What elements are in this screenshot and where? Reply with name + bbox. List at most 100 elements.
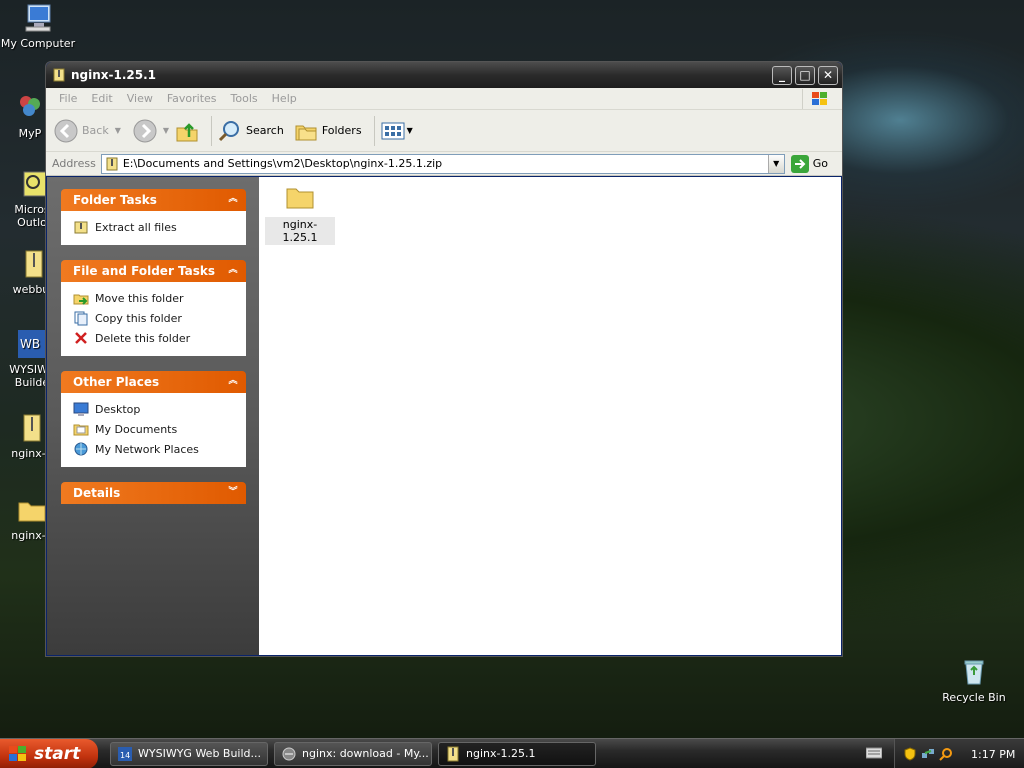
toolbar-separator — [211, 115, 213, 146]
up-folder-icon — [176, 122, 198, 141]
browser-icon — [282, 747, 296, 760]
task-pane: Folder Tasks ︽ Extract all files File an… — [47, 177, 259, 655]
chevron-down-icon: ▼ — [773, 159, 780, 168]
zip-folder-icon — [23, 414, 41, 442]
window-title: nginx-1.25.1 — [71, 68, 157, 82]
task-copy-folder[interactable]: Copy this folder — [73, 308, 246, 328]
forward-arrow-icon — [133, 119, 157, 142]
menu-file[interactable]: File — [52, 92, 84, 105]
panel-folder-tasks: Folder Tasks ︽ Extract all files — [61, 189, 246, 245]
menu-edit[interactable]: Edit — [84, 92, 119, 105]
task-label: WYSIWYG Web Build... — [138, 747, 262, 760]
back-button[interactable]: Back ▼ — [54, 119, 121, 143]
wysiwyg-icon: 14 — [118, 746, 132, 761]
security-shield-icon[interactable] — [903, 747, 917, 761]
place-desktop[interactable]: Desktop — [73, 399, 246, 419]
views-button[interactable]: ▼ — [381, 121, 413, 141]
collapse-icon[interactable]: ︽ — [226, 375, 240, 389]
svg-text:14: 14 — [120, 751, 130, 760]
search-icon — [218, 120, 240, 141]
expand-icon[interactable]: ︾ — [226, 486, 240, 500]
task-label: nginx: download - My... — [302, 747, 429, 760]
go-arrow-icon — [790, 154, 809, 173]
search-label: Search — [246, 124, 284, 137]
keyboard-icon[interactable] — [866, 747, 882, 759]
menu-help[interactable]: Help — [265, 92, 304, 105]
panel-header[interactable]: File and Folder Tasks ︽ — [61, 260, 246, 282]
svg-text:WB: WB — [20, 337, 40, 351]
panel-title: Details — [73, 486, 121, 500]
collapse-icon[interactable]: ︽ — [226, 264, 240, 278]
explorer-content: Folder Tasks ︽ Extract all files File an… — [47, 177, 841, 655]
task-move-folder[interactable]: Move this folder — [73, 288, 246, 308]
desktop-icon-my-computer[interactable]: My Computer — [0, 2, 76, 50]
panel-body: Desktop My Documents My Network Places — [61, 393, 246, 467]
taskbar-button-wysiwyg[interactable]: 14 WYSIWYG Web Build... — [110, 741, 268, 766]
network-icon[interactable] — [921, 747, 935, 761]
window-titlebar[interactable]: nginx-1.25.1 _ □ ✕ — [46, 62, 842, 88]
panel-header[interactable]: Other Places ︽ — [61, 371, 246, 393]
pictures-icon — [20, 96, 40, 116]
minimize-icon: _ — [779, 68, 785, 82]
panel-title: File and Folder Tasks — [73, 264, 216, 278]
forward-button[interactable]: ▼ — [133, 119, 169, 143]
task-extract-all[interactable]: Extract all files — [73, 217, 246, 237]
back-label: Back — [82, 124, 109, 137]
minimize-button[interactable]: _ — [772, 65, 792, 85]
folders-button[interactable]: Folders — [294, 119, 362, 143]
panel-title: Other Places — [73, 375, 160, 389]
taskbar: start 14 WYSIWYG Web Build... nginx: dow… — [0, 738, 1024, 768]
place-my-documents[interactable]: My Documents — [73, 419, 246, 439]
address-field[interactable]: E:\Documents and Settings\vm2\Desktop\ng… — [100, 153, 785, 174]
collapse-icon[interactable]: ︽ — [226, 193, 240, 207]
folder-icon — [286, 188, 314, 209]
task-label: Extract all files — [95, 220, 177, 234]
copy-folder-icon — [74, 311, 88, 326]
toolbar-separator — [373, 115, 375, 146]
chevron-down-icon: ▼ — [406, 126, 413, 135]
desktop-icon-label: Recycle Bin — [942, 691, 1006, 704]
folders-label: Folders — [321, 124, 362, 137]
wysiwyg-icon: WB — [18, 330, 46, 358]
close-button[interactable]: ✕ — [818, 65, 838, 85]
file-list: nginx-1.25.1 — [259, 177, 841, 655]
chevron-down-icon[interactable]: ▼ — [115, 126, 121, 135]
folder-icon — [18, 502, 46, 522]
place-network[interactable]: My Network Places — [73, 439, 246, 459]
explorer-window: nginx-1.25.1 _ □ ✕ File Edit View Favori… — [45, 61, 843, 657]
documents-folder-icon — [73, 424, 89, 436]
maximize-icon: □ — [799, 68, 811, 82]
desktop-icon — [73, 402, 89, 416]
task-label: Copy this folder — [95, 311, 182, 325]
file-item[interactable]: nginx-1.25.1 — [265, 183, 335, 245]
panel-header[interactable]: Folder Tasks ︽ — [61, 189, 246, 211]
close-icon: ✕ — [822, 68, 834, 82]
file-item-label: nginx-1.25.1 — [265, 217, 335, 245]
chevron-down-icon[interactable]: ▼ — [163, 126, 169, 135]
start-label: start — [34, 743, 81, 764]
task-delete-folder[interactable]: Delete this folder — [73, 328, 246, 348]
desktop-icon-label: My Computer — [0, 37, 76, 50]
maximize-button[interactable]: □ — [795, 65, 815, 85]
taskbar-button-explorer[interactable]: nginx-1.25.1 — [438, 741, 596, 766]
start-button[interactable]: start — [0, 738, 98, 768]
address-dropdown-button[interactable]: ▼ — [767, 154, 784, 173]
taskbar-button-browser[interactable]: nginx: download - My... — [274, 741, 432, 766]
menu-bar: File Edit View Favorites Tools Help — [46, 88, 842, 110]
desktop-icon-recycle-bin[interactable]: Recycle Bin — [936, 656, 1012, 704]
system-tray: 1:17 PM — [894, 739, 1024, 768]
menu-tools[interactable]: Tools — [224, 92, 265, 105]
clock[interactable]: 1:17 PM — [971, 748, 1015, 761]
panel-header[interactable]: Details ︾ — [61, 482, 246, 504]
menu-favorites[interactable]: Favorites — [160, 92, 224, 105]
address-path[interactable]: E:\Documents and Settings\vm2\Desktop\ng… — [123, 157, 768, 170]
search-icon[interactable] — [939, 747, 953, 761]
panel-file-folder-tasks: File and Folder Tasks ︽ Move this folder… — [61, 260, 246, 356]
panel-title: Folder Tasks — [73, 193, 157, 207]
menu-view[interactable]: View — [120, 92, 160, 105]
go-button[interactable]: Go — [790, 154, 828, 173]
folders-icon — [295, 125, 317, 140]
up-folder-button[interactable] — [175, 119, 199, 143]
place-label: Desktop — [95, 402, 141, 416]
search-button[interactable]: Search — [218, 119, 284, 143]
